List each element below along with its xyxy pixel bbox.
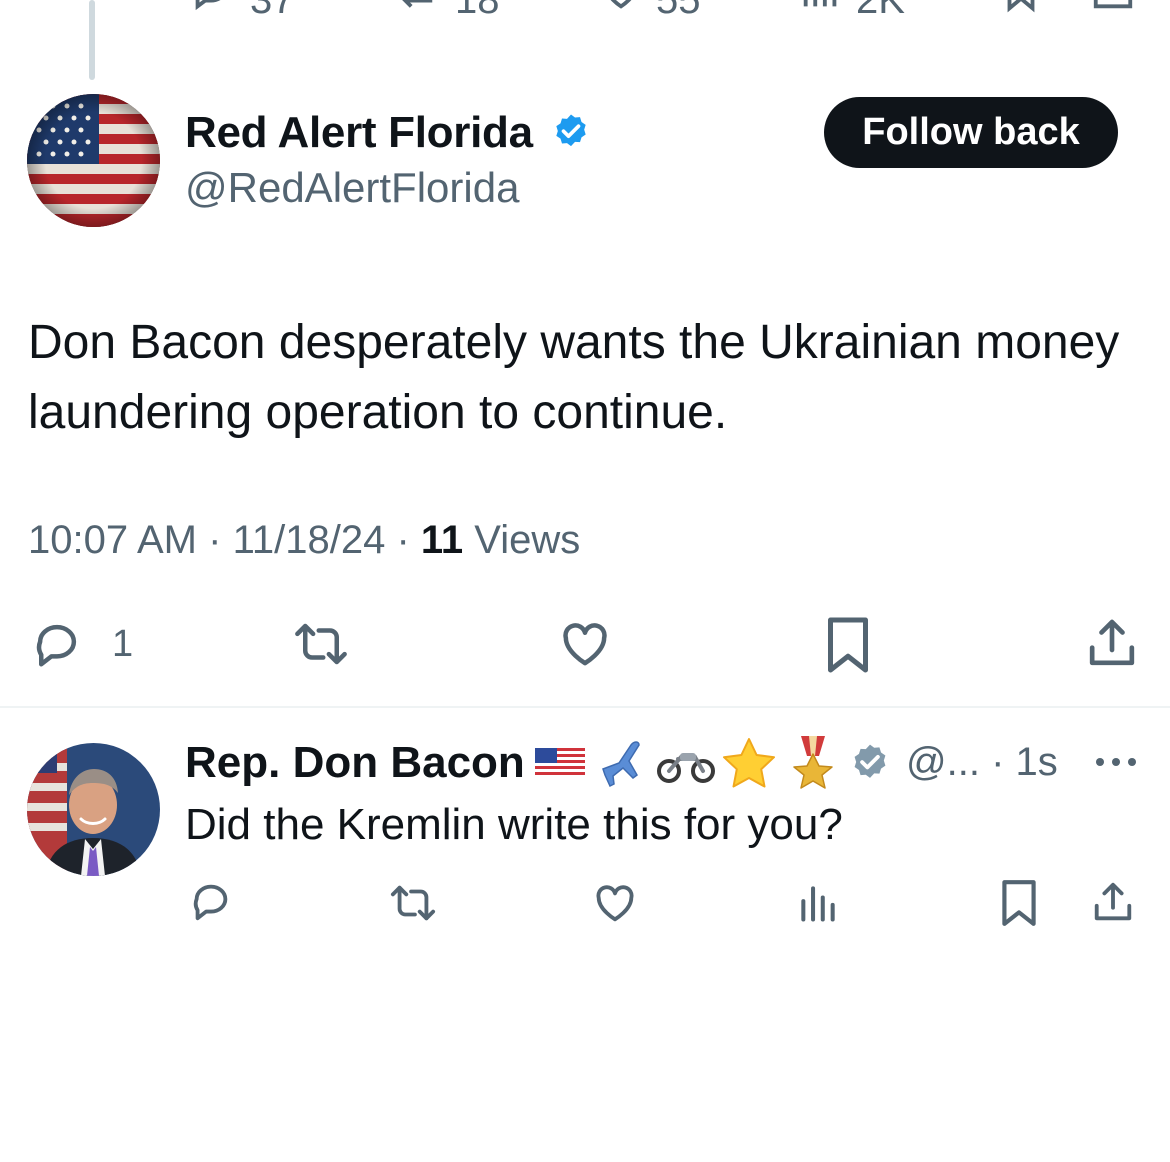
like-icon[interactable]: [556, 617, 614, 671]
bookmark-icon[interactable]: [996, 0, 1046, 14]
author-name[interactable]: Red Alert Florida: [185, 108, 591, 158]
reply-count: 1: [112, 623, 134, 665]
reply-handle[interactable]: @...: [906, 740, 980, 784]
reply-icon[interactable]: [186, 0, 236, 14]
reply-time[interactable]: · 1s: [991, 740, 1058, 784]
flag-avatar-image: [27, 94, 160, 227]
bookmark-icon[interactable]: [822, 615, 874, 675]
reply-like-icon[interactable]: [590, 880, 640, 926]
reply-share-icon[interactable]: [1090, 878, 1136, 926]
author-avatar[interactable]: [27, 94, 160, 227]
portrait-avatar-image: [27, 743, 160, 876]
meta-separator: ·: [208, 518, 233, 562]
verified-badge-icon: [556, 114, 586, 147]
tweet-date[interactable]: 11/18/24: [233, 518, 386, 562]
reply-author-avatar[interactable]: [27, 743, 160, 876]
more-options-icon[interactable]: [1094, 752, 1138, 772]
reply-handle-time: @... · 1s: [906, 740, 1058, 785]
tweet-meta: 10:07 AM · 11/18/24 · 11 Views: [28, 518, 580, 563]
views-label: Views: [474, 518, 581, 562]
tweet-time[interactable]: 10:07 AM: [28, 518, 197, 562]
top-like-count: 55: [656, 0, 701, 22]
author-handle[interactable]: @RedAlertFlorida: [185, 164, 519, 212]
share-icon[interactable]: [1088, 0, 1138, 14]
airplane-icon: [602, 741, 641, 788]
flag-us-icon: [535, 748, 585, 778]
motorcycle-icon: [656, 753, 715, 783]
medal-icon: [793, 736, 833, 789]
divider: [0, 706, 1170, 708]
like-icon[interactable]: [596, 0, 646, 14]
reply-emoji-row: [535, 734, 891, 792]
star-icon: [723, 738, 776, 788]
reply-reply-icon[interactable]: [186, 878, 236, 924]
tweet-text: Don Bacon desperately wants the Ukrainia…: [28, 316, 1120, 439]
author-name-text: Red Alert Florida: [185, 108, 533, 157]
reply-views-icon[interactable]: [796, 880, 840, 926]
top-repost-count: 18: [455, 0, 500, 22]
views-count: 11: [420, 518, 464, 562]
follow-back-button[interactable]: Follow back: [824, 97, 1118, 168]
top-views-count: 2K: [856, 0, 905, 22]
share-icon[interactable]: [1084, 615, 1140, 671]
reply-bookmark-icon[interactable]: [998, 878, 1040, 928]
reply-repost-icon[interactable]: [384, 880, 442, 926]
reply-text: Did the Kremlin write this for you?: [185, 800, 843, 849]
reply-author-name[interactable]: Rep. Don Bacon: [185, 738, 525, 788]
repost-icon[interactable]: [390, 0, 440, 14]
views-icon[interactable]: [796, 0, 846, 14]
repost-icon[interactable]: [288, 617, 354, 671]
reply-icon[interactable]: [28, 617, 86, 671]
thread-line: [89, 0, 95, 80]
verified-badge-icon: [854, 744, 886, 778]
top-reply-count: 37: [250, 0, 295, 22]
meta-separator: ·: [396, 518, 421, 562]
